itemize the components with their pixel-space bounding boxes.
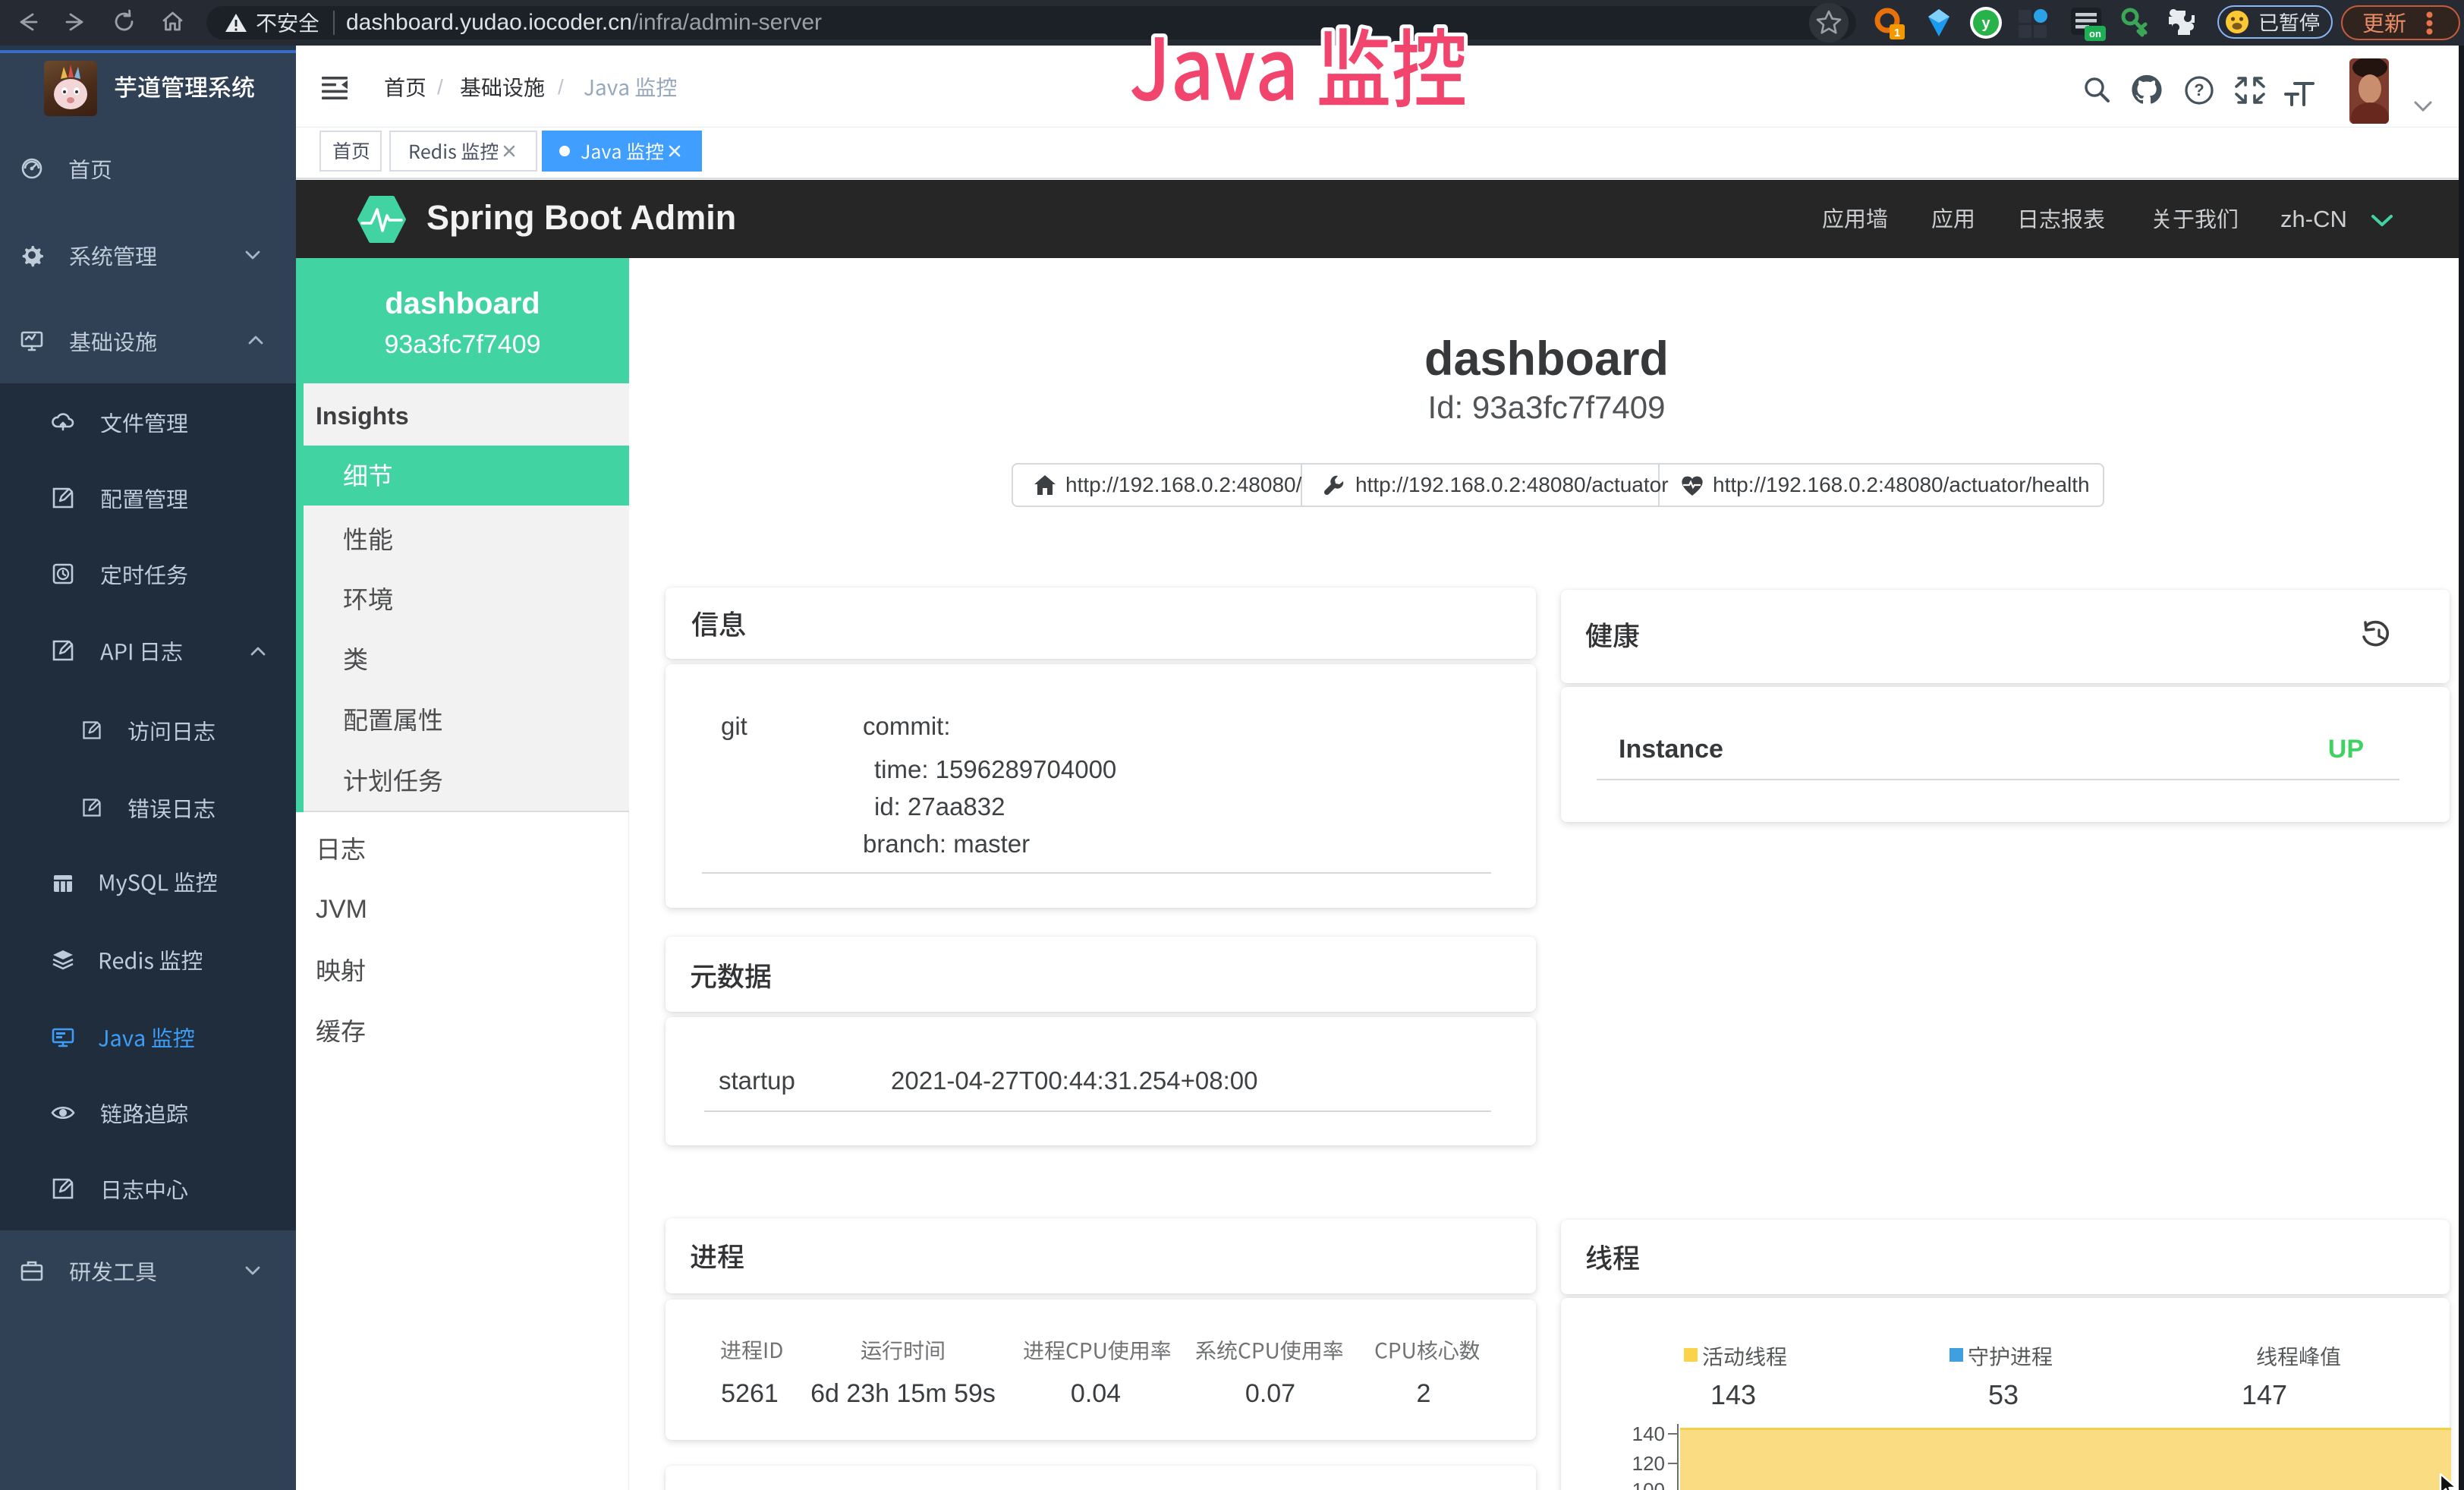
svg-text:on: on [2089,28,2101,39]
svg-text:1: 1 [1894,27,1900,39]
svg-text:?: ? [2194,80,2204,99]
svg-text:y: y [1981,15,1990,32]
